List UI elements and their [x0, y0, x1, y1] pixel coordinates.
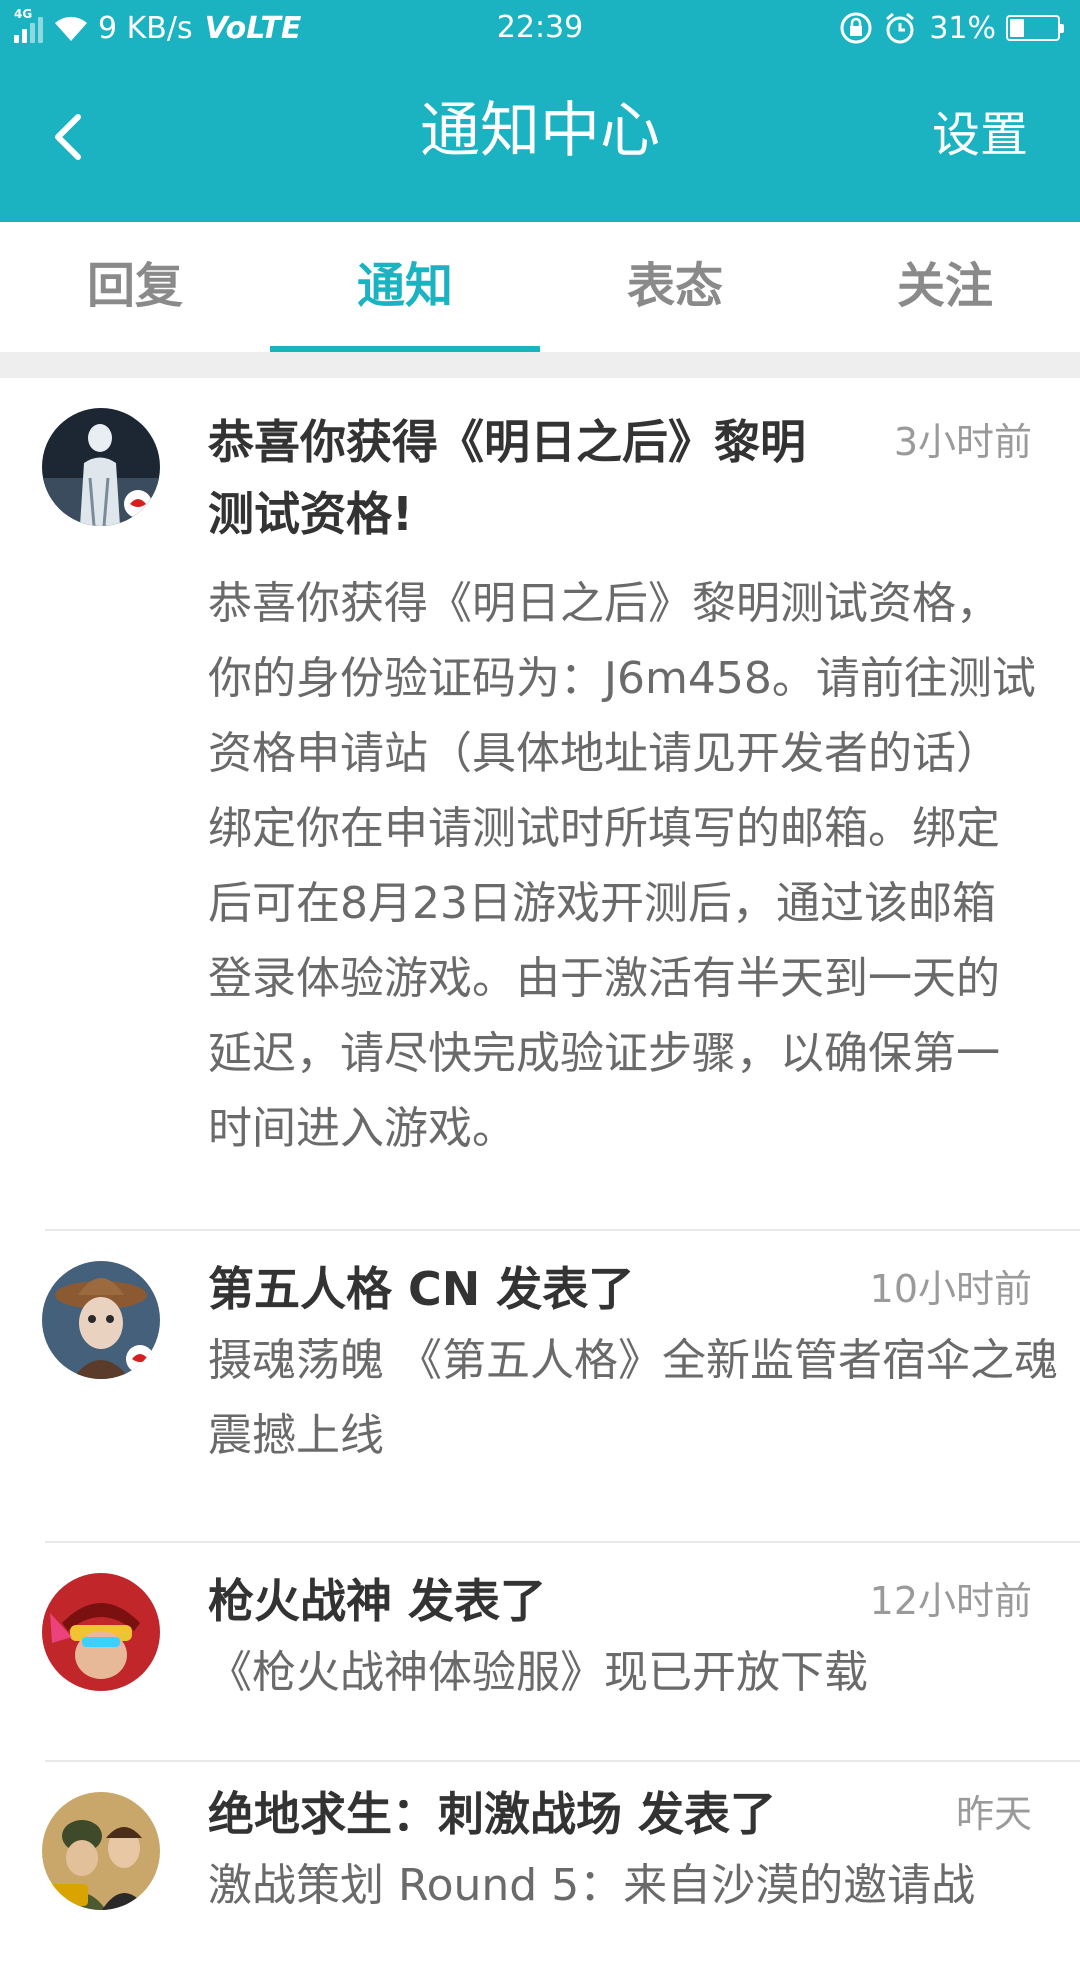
status-bar: 4G 9 KB/s VoLTE 22:39 31%: [0, 0, 1080, 55]
app-bar: 通知中心 设置: [0, 55, 1080, 222]
battery-percent: 31%: [929, 11, 996, 46]
status-right: 31%: [839, 10, 1060, 46]
notification-title: 枪火战神 发表了: [208, 1565, 546, 1637]
tab-notifications[interactable]: 通知: [270, 222, 540, 352]
settings-button[interactable]: 设置: [932, 103, 1028, 167]
notification-time: 10小时前: [870, 1253, 1032, 1325]
tab-reactions[interactable]: 表态: [540, 222, 810, 352]
game-avatar-image: [42, 1792, 160, 1910]
notification-time: 3小时前: [894, 406, 1032, 478]
notification-title: 恭喜你获得《明日之后》黎明测试资格!: [208, 406, 848, 550]
list-item[interactable]: 枪火战神 发表了 12小时前 《枪火战神体验服》现已开放下载: [0, 1543, 1080, 1762]
game-avatar-image: [42, 408, 160, 526]
list-item[interactable]: 绝地求生：刺激战场 发表了 昨天 激战策划 Round 5：来自沙漠的邀请战: [0, 1762, 1080, 1962]
notification-body: 《枪火战神体验服》现已开放下载: [208, 1635, 1038, 1710]
page-title: 通知中心: [0, 91, 1080, 171]
battery-fill: [1010, 19, 1024, 37]
game-avatar-image: [42, 1573, 160, 1691]
notification-body: 恭喜你获得《明日之后》黎明测试资格，你的身份验证码为：J6m458。请前往测试资…: [208, 566, 1038, 1166]
tab-replies[interactable]: 回复: [0, 222, 270, 352]
notification-body: 激战策划 Round 5：来自沙漠的邀请战: [208, 1848, 1038, 1923]
notification-body: 摄魂荡魄 《第五人格》全新监管者宿伞之魂震撼上线: [208, 1323, 1068, 1473]
list-item[interactable]: 恭喜你获得《明日之后》黎明测试资格! 3小时前 恭喜你获得《明日之后》黎明测试资…: [0, 378, 1080, 1231]
avatar: [42, 1261, 160, 1379]
notification-time: 12小时前: [870, 1565, 1032, 1637]
notification-list: 恭喜你获得《明日之后》黎明测试资格! 3小时前 恭喜你获得《明日之后》黎明测试资…: [0, 378, 1080, 1920]
section-divider: [0, 352, 1080, 378]
avatar: [42, 1573, 160, 1691]
tab-following[interactable]: 关注: [810, 222, 1080, 352]
alarm-icon: [883, 11, 917, 45]
avatar: [42, 408, 160, 526]
notification-title: 绝地求生：刺激战场 发表了: [208, 1778, 776, 1850]
avatar: [42, 1792, 160, 1910]
battery-icon: [1006, 15, 1060, 41]
notification-time: 昨天: [956, 1778, 1032, 1850]
list-item[interactable]: 第五人格 CN 发表了 10小时前 摄魂荡魄 《第五人格》全新监管者宿伞之魂震撼…: [0, 1231, 1080, 1543]
game-avatar-image: [42, 1261, 160, 1379]
tab-bar: 回复 通知 表态 关注: [0, 222, 1080, 352]
rotation-lock-icon: [839, 11, 873, 45]
notification-title: 第五人格 CN 发表了: [208, 1253, 634, 1325]
